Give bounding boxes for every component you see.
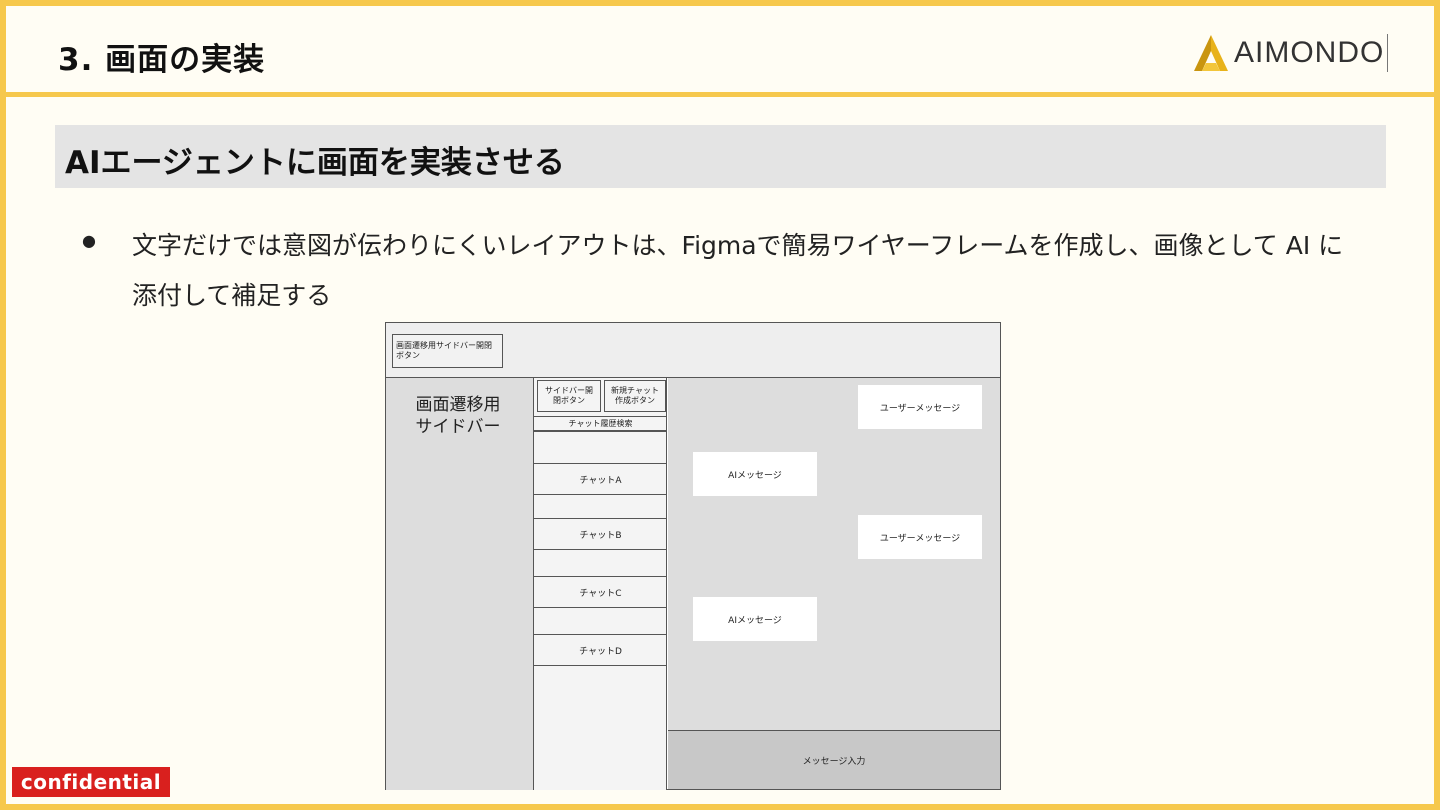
wf-chat-item-label: チャットA [579, 475, 622, 486]
wf-ai-message-label: AIメッセージ [728, 615, 782, 626]
wf-top-toggle-label: 画面遷移用サイドバー開閉ボタン [396, 341, 492, 360]
aimondo-logo: AIMONDO [1192, 33, 1389, 73]
wf-ai-message: AIメッセージ [693, 452, 817, 496]
wf-chat-item-label: チャットC [579, 588, 622, 599]
section-title: AIエージェントに画面を実装させる [65, 145, 565, 181]
wf-message-input: メッセージ入力 [668, 731, 1000, 789]
wf-ai-message: AIメッセージ [693, 597, 817, 641]
wf-sidebar-toggle-label: サイドバー開閉ボタン [545, 386, 593, 405]
slide-header: 3. 画面の実装 AIMONDO [6, 6, 1434, 92]
bullet-text: 文字だけでは意図が伝わりにくいレイアウトは、Figmaで簡易ワイヤーフレームを作… [132, 231, 1344, 310]
logo-text: AIMONDO [1234, 34, 1389, 72]
aimondo-logo-icon [1194, 35, 1228, 71]
wf-chat-item-label: チャットD [579, 646, 622, 657]
wf-nav-sidebar-label: 画面遷移用サイドバー [415, 395, 501, 437]
wf-chat-divider [534, 431, 667, 432]
section-heading-bar: AIエージェントに画面を実装させる [55, 125, 1386, 188]
wf-chat-item: チャットB [534, 518, 667, 550]
wf-chat-search: チャット履歴検索 [534, 416, 667, 431]
confidential-badge: confidential [12, 767, 170, 797]
wf-user-message-label: ユーザーメッセージ [879, 533, 961, 544]
wf-ai-message-label: AIメッセージ [728, 470, 782, 481]
wf-chat-item: チャットD [534, 634, 667, 666]
wf-top-toggle-button: 画面遷移用サイドバー開閉ボタン [392, 334, 503, 368]
slide-title: 3. 画面の実装 [58, 42, 266, 78]
wf-new-chat-label: 新規チャット作成ボタン [611, 386, 659, 405]
wf-chat-item: チャットC [534, 576, 667, 608]
bullet-marker: ● [82, 231, 96, 250]
wf-new-chat-button: 新規チャット作成ボタン [604, 380, 666, 412]
wf-user-message: ユーザーメッセージ [858, 515, 982, 559]
wf-chat-item: チャットA [534, 463, 667, 495]
wf-user-message: ユーザーメッセージ [858, 385, 982, 429]
wf-sidebar-toggle-button: サイドバー開閉ボタン [537, 380, 601, 412]
wf-nav-sidebar: 画面遷移用サイドバー [386, 378, 534, 790]
wf-message-input-label: メッセージ入力 [802, 756, 866, 767]
wf-chat-item-label: チャットB [579, 530, 622, 541]
slide-body: AIエージェントに画面を実装させる ● 文字だけでは意図が伝わりにくいレイアウト… [6, 97, 1434, 804]
slide: 3. 画面の実装 AIMONDO AIエージェントに画面を実装させる ● 文字だ… [0, 0, 1440, 810]
wf-chat-search-label: チャット履歴検索 [568, 419, 633, 428]
wf-user-message-label: ユーザーメッセージ [879, 403, 961, 414]
wireframe-image: 画面遷移用サイドバー開閉ボタン 画面遷移用サイドバー サイドバー開閉ボタン 新規… [385, 322, 1001, 790]
